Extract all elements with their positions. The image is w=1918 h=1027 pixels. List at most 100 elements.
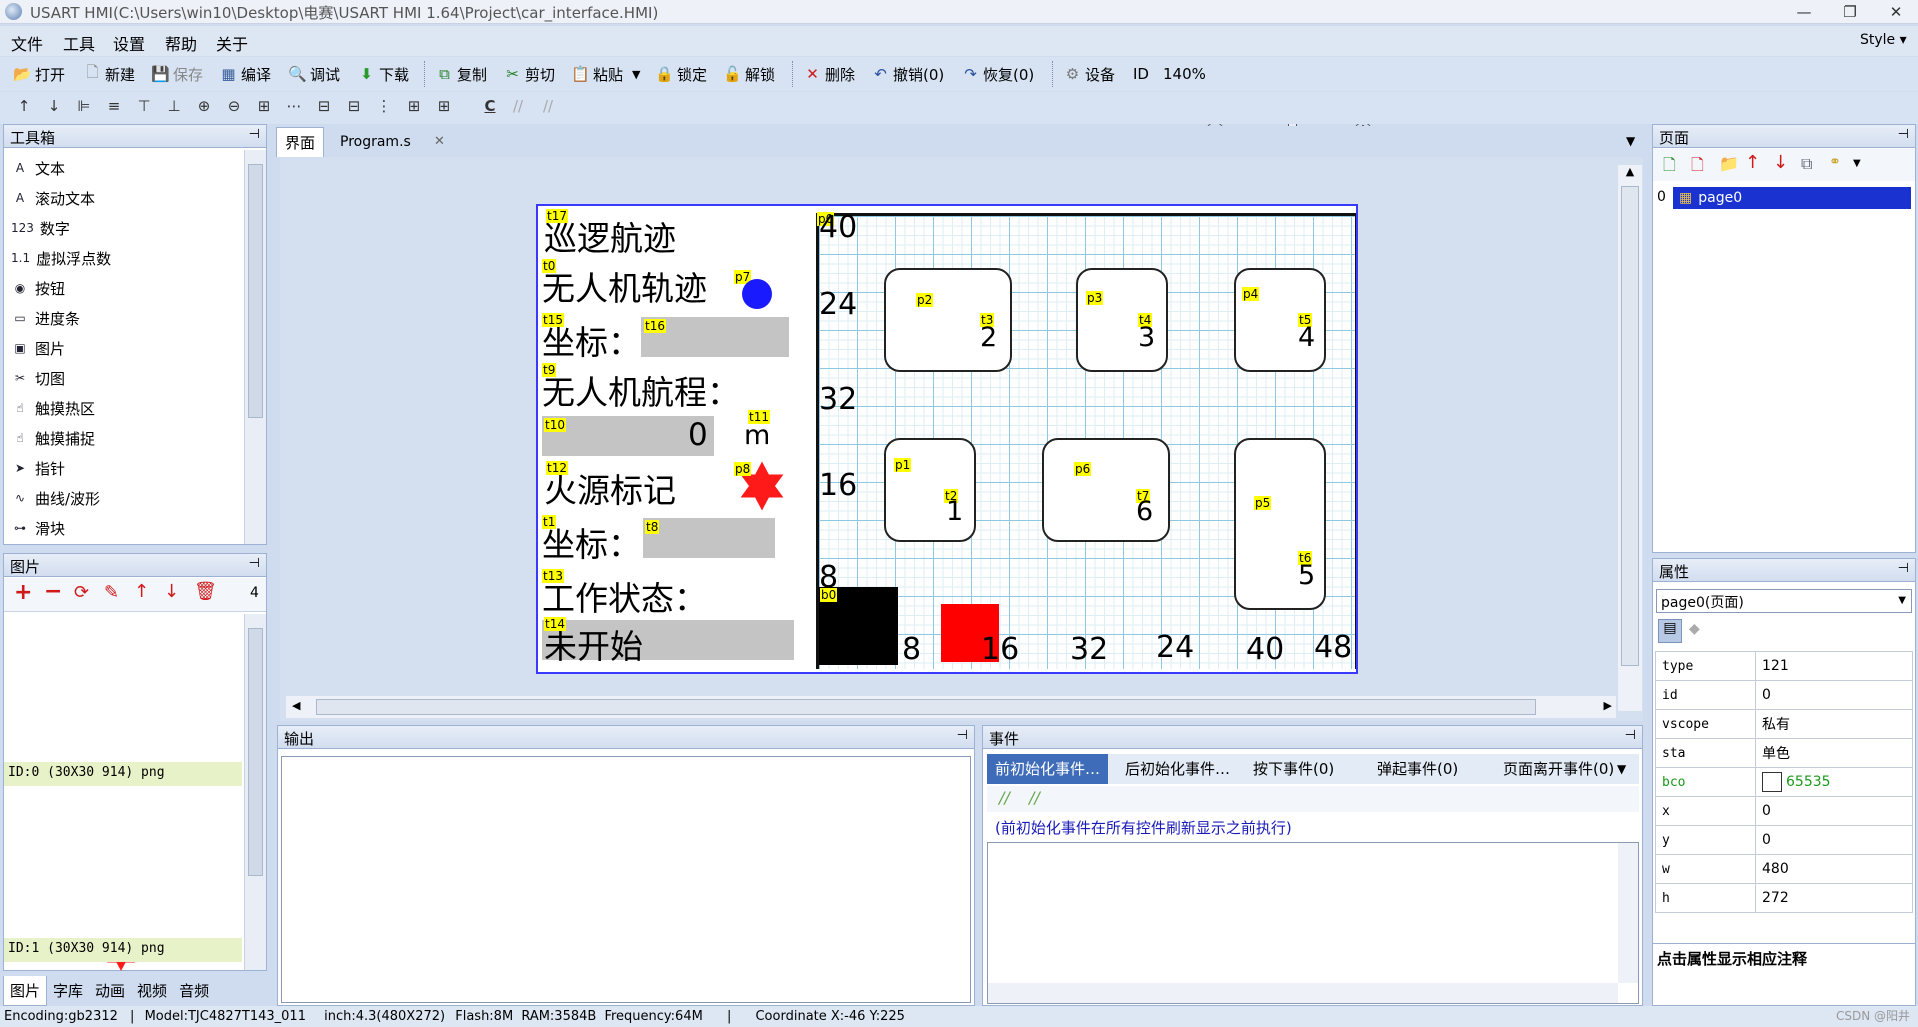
menu-settings[interactable]: 设置 — [113, 31, 145, 55]
tab-screen[interactable]: 界面 — [276, 127, 325, 157]
align-right-icon[interactable]: ≡ — [102, 97, 126, 119]
tab-fonts[interactable]: 字库 — [47, 976, 89, 1006]
tab-program[interactable]: Program.s — [334, 127, 417, 157]
delete-page-icon[interactable]: 🗋 — [1691, 154, 1704, 181]
coord2-value-field[interactable] — [643, 518, 775, 558]
copy-page-icon[interactable]: ⧉ — [1801, 154, 1812, 174]
drone-track-text[interactable]: 无人机轨迹 — [542, 262, 707, 310]
center-horizontal-icon[interactable]: ⊕ — [192, 97, 216, 119]
drone-range-label[interactable]: 无人机航程： — [542, 366, 740, 414]
toolbox-item[interactable]: 1.1 虚拟浮点数 — [4, 243, 244, 273]
insert-page-icon[interactable]: 📁 — [1719, 154, 1739, 173]
code-icon[interactable]: C — [478, 97, 502, 119]
undo-button[interactable]: ↶ 撤销(0) — [868, 61, 947, 87]
toolbox-item[interactable]: ◉ 按钮 — [4, 273, 244, 303]
toolbox-scrollbar[interactable] — [244, 150, 266, 544]
device-button[interactable]: ⚙ 设备 — [1060, 61, 1118, 87]
new-button[interactable]: 🗋 新建 — [80, 61, 138, 87]
pin-icon[interactable]: ⊣ — [1625, 728, 1636, 743]
same-height-icon[interactable]: ⊟ — [342, 97, 366, 119]
canvas-hscroll[interactable]: ◀ ▶ — [286, 696, 1616, 718]
add-icon[interactable]: + — [14, 580, 32, 605]
distribute-vertical-icon[interactable]: ⊞ — [432, 97, 456, 119]
tab-page-leave[interactable]: 页面离开事件(0) — [1493, 754, 1624, 784]
toolbox-item[interactable]: A 滚动文本 — [4, 183, 244, 213]
align-left-icon[interactable]: ⊫ — [72, 97, 96, 119]
pin-icon[interactable]: ⊣ — [1898, 561, 1909, 576]
toolbox-item[interactable]: 123 数字 — [4, 213, 244, 243]
hmi-screen[interactable]: 巡逻航迹 t17 无人机轨迹 t0 p7 坐标： t15 t16 无人机航程： … — [536, 204, 1358, 674]
event-code-editor[interactable] — [987, 842, 1639, 1004]
open-button[interactable]: 📂 打开 — [10, 61, 68, 87]
tab-pictures[interactable]: 图片 — [3, 976, 48, 1006]
sort-category-icon[interactable]: ▤ — [1658, 619, 1682, 643]
toolbox-item[interactable]: ➤ 指针 — [4, 453, 244, 483]
uncomment-icon[interactable]: // — [536, 97, 560, 119]
remove-icon[interactable]: − — [44, 579, 62, 604]
chevron-down-icon[interactable]: ▼ — [1617, 762, 1626, 776]
toolbox-item[interactable]: ☝ 触摸捕捉 — [4, 423, 244, 453]
import-page-icon[interactable]: ⚭ — [1829, 154, 1841, 170]
delete-button[interactable]: ✕ 删除 — [800, 61, 858, 87]
cut-button[interactable]: ✂ 剪切 — [500, 61, 558, 87]
tab-video[interactable]: 视频 — [131, 976, 173, 1006]
zone-box-3[interactable] — [1076, 268, 1168, 372]
property-value[interactable]: 0 — [1755, 680, 1913, 710]
comment-icon[interactable]: // — [999, 788, 1010, 807]
tab-post-init[interactable]: 后初始化事件… — [1115, 754, 1240, 784]
debug-button[interactable]: 🔍 调试 — [285, 61, 343, 87]
chevron-down-icon[interactable]: ▼ — [1853, 158, 1861, 169]
object-selector[interactable]: page0(页面) ▼ — [1656, 589, 1912, 613]
center-vertical-icon[interactable]: ⊖ — [222, 97, 246, 119]
pin-icon[interactable]: ⊣ — [957, 728, 968, 743]
property-value[interactable]: 0 — [1755, 825, 1913, 855]
move-up-icon[interactable]: ↑ — [134, 581, 149, 602]
tabs-dropdown-icon[interactable]: ▼ — [1626, 134, 1635, 148]
property-value[interactable]: 272 — [1755, 883, 1913, 913]
property-value[interactable]: 私有 — [1755, 709, 1913, 739]
menu-file[interactable]: 文件 — [11, 31, 43, 55]
sort-alpha-icon[interactable]: ◆ — [1689, 621, 1700, 637]
property-row[interactable]: type 121 — [1655, 651, 1913, 681]
toolbox-item[interactable]: ☝ 触摸热区 — [4, 393, 244, 423]
align-bottom-icon[interactable]: ⊥ — [162, 97, 186, 119]
move-down-icon[interactable]: ↓ — [164, 581, 179, 602]
property-value[interactable]: 121 — [1755, 651, 1913, 681]
property-value[interactable]: 0 — [1755, 796, 1913, 826]
tab-audio[interactable]: 音频 — [173, 976, 215, 1006]
pictures-scrollbar[interactable] — [244, 614, 266, 970]
uncomment-icon[interactable]: // — [1029, 788, 1040, 807]
picture-item[interactable]: ID:1 (30X30 914) png — [4, 938, 242, 962]
edit-icon[interactable]: ✎ — [104, 582, 119, 603]
property-row[interactable]: y0 — [1655, 825, 1913, 855]
menu-help[interactable]: 帮助 — [165, 31, 197, 55]
pin-icon[interactable]: ⊣ — [249, 127, 260, 142]
editor-hscroll[interactable] — [988, 983, 1618, 1003]
work-status-label[interactable]: 工作状态： — [542, 572, 707, 620]
pin-icon[interactable]: ⊣ — [1898, 127, 1909, 142]
align-top-icon[interactable]: ⊤ — [132, 97, 156, 119]
property-row[interactable]: h 272 — [1655, 883, 1913, 913]
output-textarea[interactable] — [281, 756, 971, 1003]
style-menu[interactable]: Style ▾ — [1860, 32, 1907, 48]
save-button[interactable]: 💾 保存 — [148, 61, 206, 87]
move-up-icon[interactable]: ↑ — [1745, 152, 1760, 173]
property-row[interactable]: id 0 — [1655, 680, 1913, 710]
property-row[interactable]: vscope 私有 — [1655, 709, 1913, 739]
property-row[interactable]: bco 65535 — [1655, 767, 1913, 797]
page-item-page0[interactable]: ▦ page0 — [1673, 187, 1911, 209]
drone-position-dot[interactable] — [742, 279, 772, 309]
grid-icon[interactable]: ⊞ — [252, 97, 276, 119]
close-tab-icon[interactable]: ✕ — [434, 134, 445, 149]
toolbox-item[interactable]: A 文本 — [4, 153, 244, 183]
same-width-icon[interactable]: ⊟ — [312, 97, 336, 119]
compile-button[interactable]: ▦ 编译 — [216, 61, 274, 87]
tab-animation[interactable]: 动画 — [89, 976, 131, 1006]
move-up-icon[interactable]: ↑ — [12, 97, 36, 119]
distribute-icon[interactable]: ⊞ — [402, 97, 426, 119]
refresh-icon[interactable]: ⟳ — [74, 582, 89, 603]
trash-icon[interactable]: 🗑 — [194, 581, 217, 602]
editor-vscroll[interactable] — [1618, 843, 1638, 983]
space-vertical-icon[interactable]: ⋮ — [372, 97, 396, 119]
tab-pre-init[interactable]: 前初始化事件… — [987, 754, 1109, 784]
